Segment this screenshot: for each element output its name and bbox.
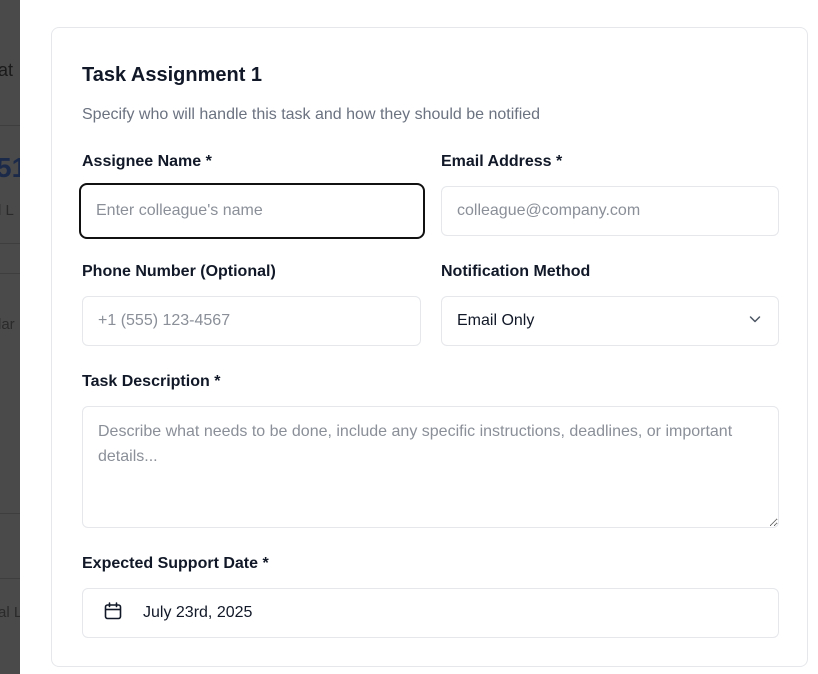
email-address-input[interactable] (441, 186, 779, 236)
background-text-fragment: al L (0, 604, 20, 621)
background-text-fragment: lar (0, 316, 15, 333)
assignee-name-input[interactable] (79, 183, 425, 239)
task-assignment-sheet: Task Assignment 1 Specify who will handl… (20, 0, 818, 674)
notification-method-value: Email Only (457, 312, 535, 329)
expected-support-date-picker[interactable]: July 23rd, 2025 (82, 588, 779, 638)
expected-support-date-value: July 23rd, 2025 (143, 604, 253, 621)
background-divider (0, 273, 20, 274)
expected-support-date-label: Expected Support Date * (82, 555, 269, 572)
task-description-label: Task Description * (82, 373, 221, 390)
notification-method-label: Notification Method (441, 263, 591, 280)
background-divider (0, 243, 20, 244)
chevron-down-icon (747, 311, 763, 332)
assignee-name-label: Assignee Name * (82, 153, 212, 170)
background-page: at 51 l L lar al L (0, 0, 20, 674)
background-divider (0, 578, 20, 579)
phone-number-label: Phone Number (Optional) (82, 263, 276, 280)
phone-number-input[interactable] (82, 296, 421, 346)
task-description-textarea[interactable] (82, 406, 779, 528)
background-divider (0, 513, 20, 514)
background-stat-fragment: 51 (0, 152, 20, 183)
email-address-label: Email Address * (441, 153, 563, 170)
card-subtitle: Specify who will handle this task and ho… (82, 106, 541, 123)
background-text-fragment: at (0, 60, 14, 80)
notification-method-select[interactable]: Email Only (441, 296, 779, 346)
task-assignment-card: Task Assignment 1 Specify who will handl… (51, 27, 808, 667)
calendar-icon (103, 601, 123, 626)
background-divider (0, 125, 20, 126)
card-title: Task Assignment 1 (82, 64, 263, 86)
background-text-fragment: l L (0, 202, 14, 219)
